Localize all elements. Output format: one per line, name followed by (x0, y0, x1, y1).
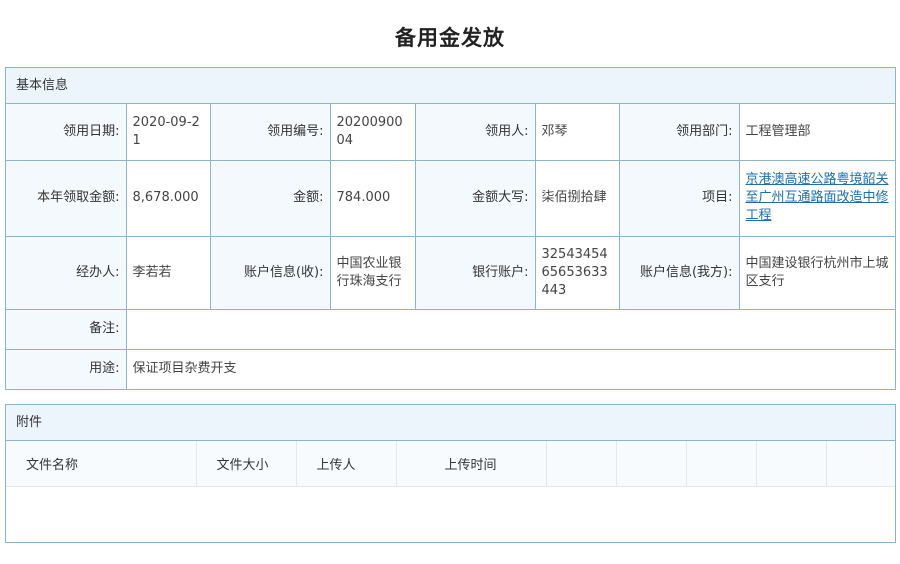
our-account-label: 账户信息(我方): (618, 235, 740, 310)
use-number-label: 领用编号: (209, 104, 331, 161)
col-upload-time: 上传时间 (396, 441, 547, 487)
use-number-value: 2020090004 (329, 104, 416, 161)
year-amount-label: 本年领取金额: (6, 159, 127, 237)
project-cell: 京港澳高速公路粤境韶关至广州互通路面改造中修工程 (738, 159, 895, 237)
attachments-header-row: 文件名称 文件大小 上传人 上传时间 (6, 441, 895, 487)
amount-capital-label: 金额大写: (414, 159, 536, 237)
bank-account-value: 3254345465653633443 (534, 235, 620, 310)
attachments-empty-area (6, 487, 895, 543)
col-file-name: 文件名称 (6, 441, 197, 487)
usage-value: 保证项目杂费开支 (125, 348, 895, 389)
attachments-panel: 附件 文件名称 文件大小 上传人 上传时间 (5, 404, 896, 543)
use-date-value: 2020-09-21 (125, 104, 211, 161)
department-value: 工程管理部 (738, 104, 895, 161)
basic-info-panel: 基本信息 领用日期: 2020-09-21 领用编号: 2020090004 领… (5, 67, 896, 390)
project-link[interactable]: 京港澳高速公路粤境韶关至广州互通路面改造中修工程 (746, 172, 889, 223)
info-row-1: 领用日期: 2020-09-21 领用编号: 2020090004 领用人: 邓… (6, 104, 895, 161)
remark-row: 备注: (6, 308, 895, 350)
col-empty-5 (826, 441, 895, 487)
col-empty-1 (546, 441, 617, 487)
attachments-table: 文件名称 文件大小 上传人 上传时间 (6, 441, 895, 487)
department-label: 领用部门: (618, 104, 740, 161)
amount-value: 784.000 (329, 159, 416, 237)
handler-label: 经办人: (6, 235, 127, 310)
recipient-value: 邓琴 (534, 104, 620, 161)
col-empty-2 (616, 441, 687, 487)
basic-info-header: 基本信息 (6, 68, 895, 104)
info-row-3: 经办人: 李若若 账户信息(收): 中国农业银行珠海支行 银行账户: 32543… (6, 235, 895, 310)
amount-capital-value: 柒佰捌拾肆 (534, 159, 620, 237)
attachments-header: 附件 (6, 405, 895, 441)
usage-label: 用途: (6, 348, 127, 389)
project-label: 项目: (618, 159, 740, 237)
year-amount-value: 8,678.000 (125, 159, 211, 237)
remark-value (125, 308, 895, 350)
info-row-2: 本年领取金额: 8,678.000 金额: 784.000 金额大写: 柒佰捌拾… (6, 159, 895, 237)
col-uploader: 上传人 (296, 441, 397, 487)
page-title: 备用金发放 (395, 26, 505, 50)
receiving-account-value: 中国农业银行珠海支行 (329, 235, 416, 310)
our-account-value: 中国建设银行杭州市上城区支行 (738, 235, 895, 310)
bank-account-label: 银行账户: (414, 235, 536, 310)
basic-info-table: 领用日期: 2020-09-21 领用编号: 2020090004 领用人: 邓… (6, 104, 895, 389)
amount-label: 金额: (209, 159, 331, 237)
usage-row: 用途: 保证项目杂费开支 (6, 348, 895, 389)
recipient-label: 领用人: (414, 104, 536, 161)
handler-value: 李若若 (125, 235, 211, 310)
remark-label: 备注: (6, 308, 127, 350)
col-empty-4 (756, 441, 827, 487)
col-empty-3 (686, 441, 757, 487)
use-date-label: 领用日期: (6, 104, 127, 161)
col-file-size: 文件大小 (196, 441, 297, 487)
receiving-account-label: 账户信息(收): (209, 235, 331, 310)
